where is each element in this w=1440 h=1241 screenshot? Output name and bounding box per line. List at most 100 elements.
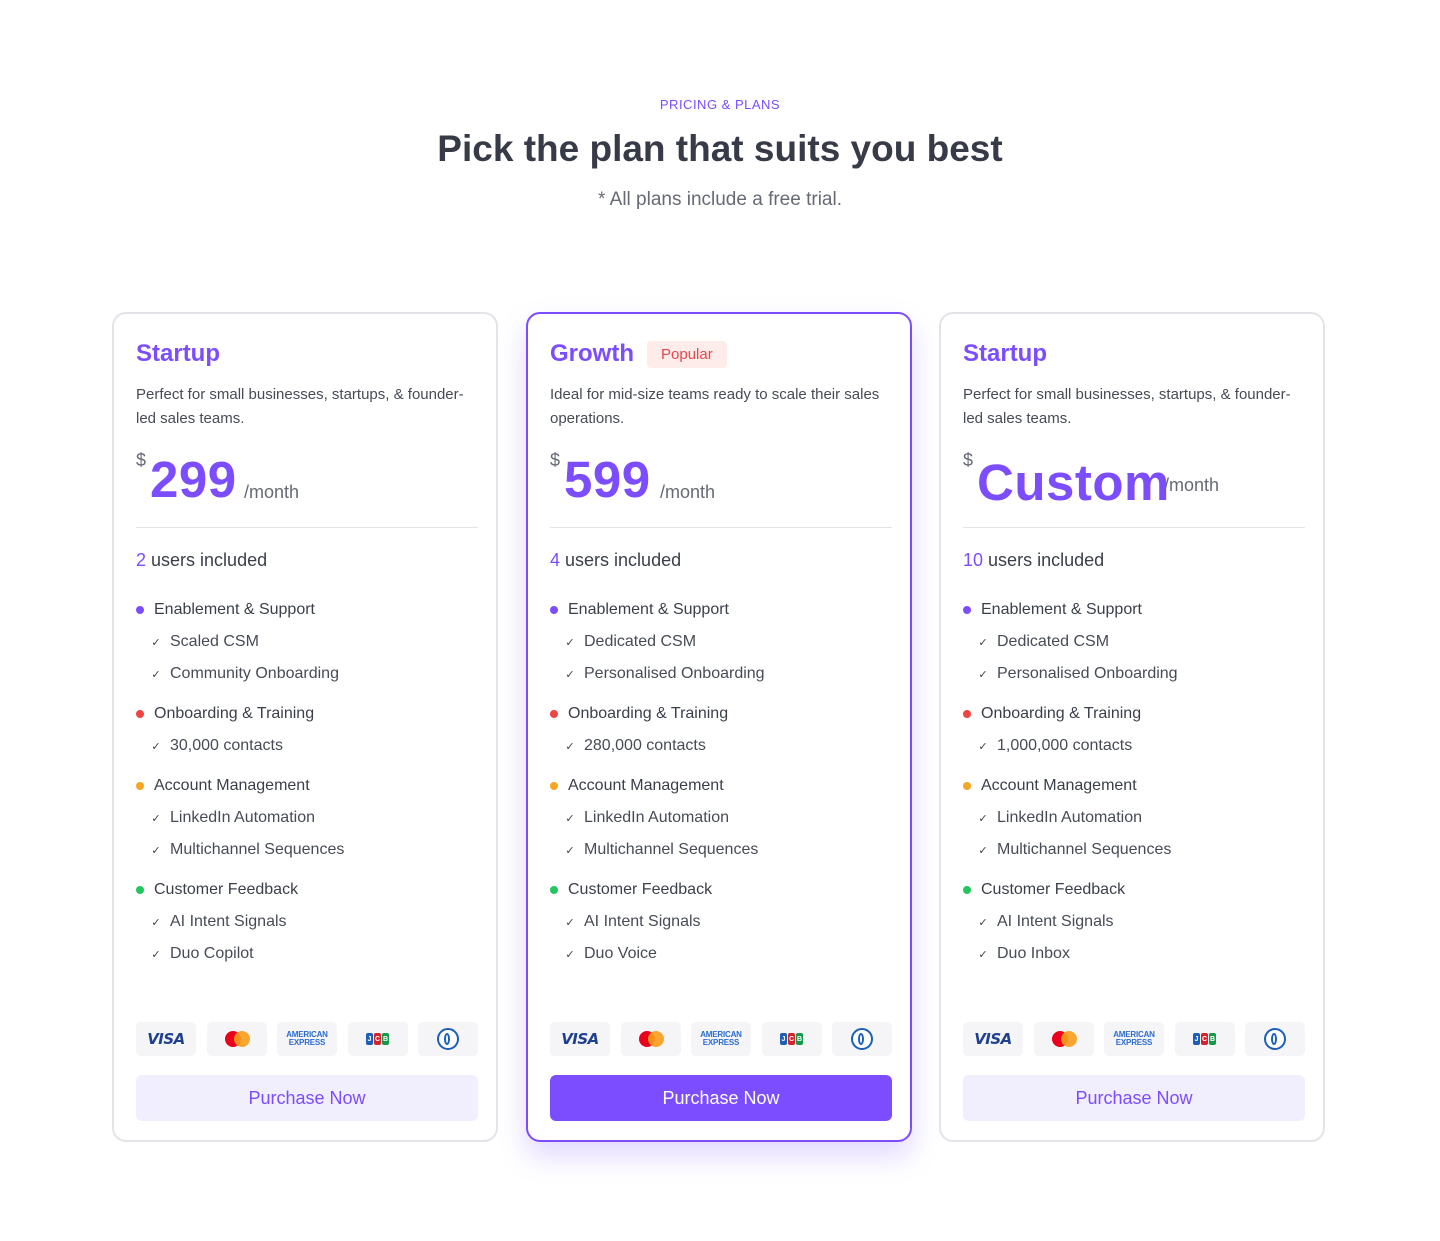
users-label: users included [151, 550, 268, 570]
feature-label: Personalised Onboarding [584, 665, 765, 682]
visa-label: VISA [561, 1030, 599, 1048]
feature-group: Customer Feedback ✓ AI Intent Signals ✓ Du… [136, 880, 478, 964]
amex-line2: EXPRESS [1115, 1038, 1153, 1047]
feature-group: Enablement & Support ✓ Scaled CSM ✓ Commun… [136, 600, 478, 684]
feature-label: Multichannel Sequences [170, 841, 345, 858]
feature-label: 1,000,000 contacts [997, 737, 1133, 754]
feature-label: Duo Inbox [997, 945, 1070, 962]
price-amount: 299 [150, 451, 237, 508]
feature-item: ✓ Community Onboarding [136, 664, 478, 684]
feature-group: Enablement & Support ✓ Dedicated CSM ✓ Per… [963, 600, 1305, 684]
bullet-dot-icon [550, 710, 558, 718]
feature-group-title: Customer Feedback [154, 881, 299, 898]
check-icon: ✓ [978, 636, 988, 649]
amex-icon: AMERICAN EXPRESS [277, 1022, 337, 1056]
feature-item: ✓ LinkedIn Automation [963, 808, 1305, 828]
check-icon: ✓ [978, 668, 988, 681]
currency-symbol: $ [550, 450, 561, 470]
bullet-dot-icon [136, 710, 144, 718]
feature-label: Community Onboarding [170, 665, 339, 682]
jcb-b: B [1209, 1033, 1216, 1045]
amex-icon: AMERICAN EXPRESS [691, 1022, 751, 1056]
price: $ 599 /month [550, 450, 892, 510]
page-title: Pick the plan that suits you best [437, 128, 1003, 169]
feature-label: Dedicated CSM [584, 633, 697, 650]
check-icon: ✓ [565, 636, 575, 649]
jcb-j: J [780, 1033, 787, 1045]
users-included: 4 users included [550, 550, 681, 571]
jcb-icon: JCB [347, 1022, 408, 1056]
price-period: /month [1164, 475, 1220, 495]
visa-icon: VISA [136, 1022, 196, 1056]
page-subtitle: * All plans include a free trial. [598, 189, 842, 210]
feature-group: Customer Feedback ✓ AI Intent Signals ✓ Du… [963, 880, 1305, 964]
users-included: 10 users included [963, 550, 1104, 571]
bullet-dot-icon [963, 782, 971, 790]
feature-item: ✓ AI Intent Signals [136, 912, 478, 932]
jcb-icon: JCB [1174, 1022, 1235, 1056]
check-icon: ✓ [151, 916, 161, 929]
feature-item: ✓ Duo Copilot [136, 944, 478, 964]
bullet-dot-icon [550, 606, 558, 614]
feature-item: ✓ Personalised Onboarding [550, 664, 892, 684]
feature-label: LinkedIn Automation [997, 809, 1142, 826]
check-icon: ✓ [565, 812, 575, 825]
feature-groups: Enablement & Support ✓ Dedicated CSM ✓ Per… [550, 600, 892, 984]
feature-groups: Enablement & Support ✓ Dedicated CSM ✓ Per… [963, 600, 1305, 984]
jcb-c: C [1201, 1033, 1208, 1045]
feature-group-title: Onboarding & Training [154, 705, 315, 722]
jcb-c: C [788, 1033, 795, 1045]
feature-label: AI Intent Signals [170, 913, 287, 930]
check-icon: ✓ [565, 844, 575, 857]
payment-methods: VISA AMERICAN EXPRESS JCB [550, 1022, 892, 1056]
check-icon: ✓ [151, 668, 161, 681]
feature-label: Personalised Onboarding [997, 665, 1178, 682]
mastercard-icon [206, 1022, 267, 1056]
users-label: users included [565, 550, 682, 570]
mastercard-icon [1033, 1022, 1094, 1056]
price-period: /month [660, 482, 716, 502]
check-icon: ✓ [978, 916, 988, 929]
feature-label: AI Intent Signals [584, 913, 701, 930]
check-icon: ✓ [151, 636, 161, 649]
users-count: 2 [136, 550, 147, 570]
purchase-button[interactable]: Purchase Now [550, 1075, 892, 1121]
diners-icon [418, 1022, 478, 1056]
plan-card-custom: Startup Perfect for small businesses, st… [939, 312, 1325, 1142]
users-count: 10 [963, 550, 984, 570]
plan-card-startup: Startup Perfect for small businesses, st… [112, 312, 498, 1142]
bullet-dot-icon [136, 886, 144, 894]
purchase-button[interactable]: Purchase Now [136, 1075, 478, 1121]
check-icon: ✓ [978, 740, 988, 753]
feature-group: Onboarding & Training ✓ 1,000,000 contact… [963, 704, 1305, 756]
check-icon: ✓ [151, 812, 161, 825]
users-label: users included [988, 550, 1105, 570]
plan-description: Perfect for small businesses, startups, … [136, 386, 464, 427]
eyebrow-label: PRICING & PLANS [659, 97, 781, 112]
price-period: /month [244, 482, 300, 502]
plan-description: Ideal for mid-size teams ready to scale … [550, 386, 880, 427]
feature-label: Multichannel Sequences [997, 841, 1172, 858]
plan-name: Startup [963, 340, 1047, 367]
visa-label: VISA [147, 1030, 185, 1048]
divider [963, 527, 1305, 528]
feature-group-title: Account Management [154, 777, 310, 794]
popular-badge: Popular [647, 340, 727, 368]
amex-line2: EXPRESS [288, 1038, 326, 1047]
jcb-c: C [374, 1033, 381, 1045]
check-icon: ✓ [565, 668, 575, 681]
feature-group-title: Enablement & Support [154, 601, 315, 618]
feature-group-title: Account Management [981, 777, 1137, 794]
feature-item: ✓ Duo Inbox [963, 944, 1305, 964]
feature-groups: Enablement & Support ✓ Scaled CSM ✓ Commun… [136, 600, 478, 984]
users-included: 2 users included [136, 550, 267, 571]
price: $ Custom /month [963, 450, 1305, 510]
payment-methods: VISA AMERICAN EXPRESS JCB [136, 1022, 478, 1056]
jcb-icon: JCB [761, 1022, 822, 1056]
jcb-j: J [366, 1033, 373, 1045]
check-icon: ✓ [978, 948, 988, 961]
plan-card-growth: Growth Popular Ideal for mid-size teams … [526, 312, 912, 1142]
feature-label: AI Intent Signals [997, 913, 1114, 930]
feature-item: ✓ Scaled CSM [136, 632, 478, 652]
purchase-button[interactable]: Purchase Now [963, 1075, 1305, 1121]
